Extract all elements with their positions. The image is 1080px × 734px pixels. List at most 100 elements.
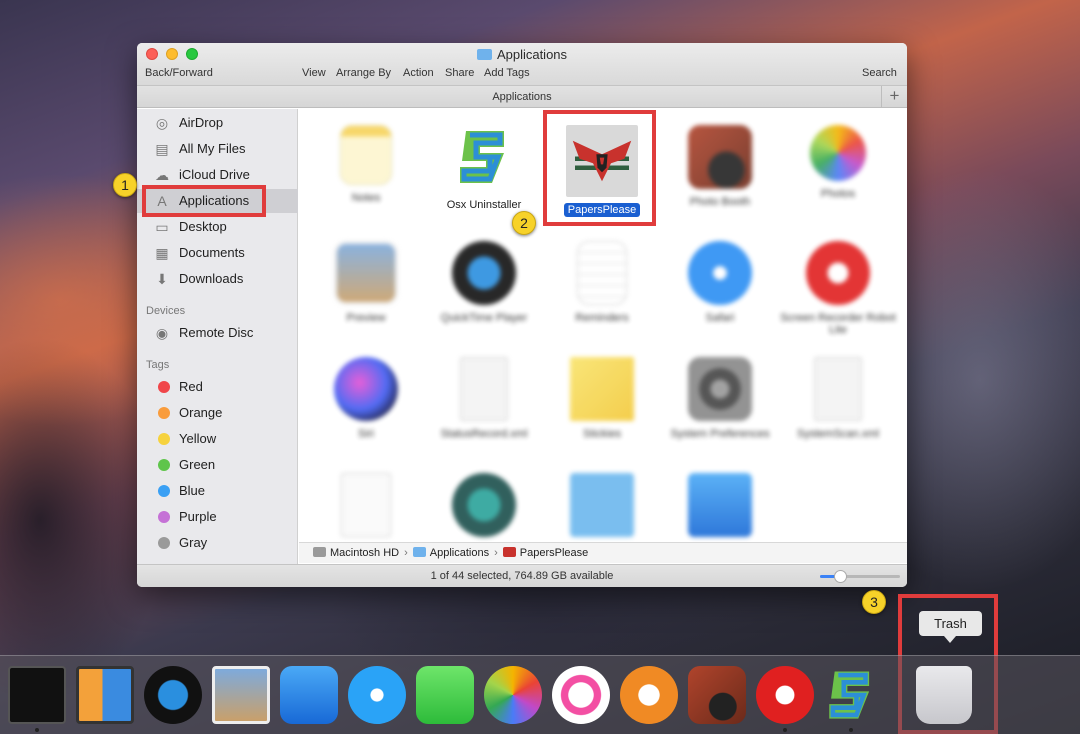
tag-dot-icon	[158, 407, 170, 419]
app-item-quicktime[interactable]: QuickTime Player	[425, 241, 543, 324]
app-item-systemscan[interactable]: SystemScan.xml	[779, 357, 897, 440]
arrange-by-button[interactable]: Arrange By	[336, 67, 391, 79]
icon-size-slider[interactable]	[820, 570, 900, 583]
trash-icon[interactable]	[916, 666, 972, 724]
quicktime-icon	[452, 241, 516, 305]
app-label: Notes	[351, 192, 381, 204]
app-label: Photo Booth	[689, 196, 751, 208]
add-tags-button[interactable]: Add Tags	[484, 67, 530, 79]
sidebar-tag-purple[interactable]: Purple	[137, 505, 298, 529]
reminders-icon	[577, 241, 627, 305]
app-item-screen-recorder[interactable]: Screen Recorder Robot Lite	[779, 241, 897, 336]
app-item-photo-booth[interactable]: Photo Booth	[661, 125, 779, 208]
time-machine-icon	[452, 473, 516, 537]
slider-knob[interactable]	[834, 570, 847, 583]
search-button[interactable]: Search	[862, 67, 897, 79]
path-item-macintosh-hd[interactable]: Macintosh HD	[330, 547, 399, 559]
highlight-papersplease	[543, 110, 656, 226]
papersplease-icon	[502, 547, 516, 557]
sidebar-tag-blue[interactable]: Blue	[137, 479, 298, 503]
app-item-siri[interactable]: Siri	[307, 357, 425, 440]
tag-dot-icon	[158, 511, 170, 523]
finder-window: Applications Back/Forward View Arrange B…	[137, 43, 907, 587]
preview-icon[interactable]	[212, 666, 270, 724]
sidebar-item-label: Desktop	[179, 219, 227, 234]
window-title: Applications	[137, 47, 907, 62]
app-item-stickies[interactable]: Stickies	[543, 357, 661, 440]
app-item-utilities[interactable]	[543, 473, 661, 542]
photos-icon[interactable]	[484, 666, 542, 724]
messages-icon[interactable]	[348, 666, 406, 724]
path-bar: Macintosh HD › Applications › PapersPlease	[299, 542, 907, 563]
view-button[interactable]: View	[302, 67, 326, 79]
sidebar-item-all-my-files[interactable]: ▤ All My Files	[137, 137, 298, 161]
facetime-icon[interactable]	[416, 666, 474, 724]
sidebar-tag-red[interactable]: Red	[137, 375, 298, 399]
xml-file-icon	[814, 357, 862, 421]
path-item-applications[interactable]: Applications	[430, 547, 489, 559]
osx-uninstaller-icon[interactable]	[822, 666, 880, 724]
path-item-papersplease[interactable]: PapersPlease	[520, 547, 589, 559]
folder-icon	[476, 49, 492, 60]
app-item-preview[interactable]: Preview	[307, 241, 425, 324]
app-label: Osx Uninstaller	[446, 199, 522, 211]
xcode-icon	[688, 473, 752, 537]
app-item-xcode[interactable]	[661, 473, 779, 542]
sidebar-item-documents[interactable]: ▦ Documents	[137, 241, 298, 265]
app-label: SystemScan.xml	[797, 428, 879, 440]
xcode-icon[interactable]	[280, 666, 338, 724]
path-separator: ›	[494, 547, 498, 559]
photo-booth-icon	[688, 125, 752, 189]
sidebar-tag-orange[interactable]: Orange	[137, 401, 298, 425]
app-item-system-preferences[interactable]: System Preferences	[661, 357, 779, 440]
sidebar-item-downloads[interactable]: ⬇ Downloads	[137, 267, 298, 291]
app-item-safari[interactable]: Safari	[661, 241, 779, 324]
app-label: Photos	[820, 188, 856, 200]
screen-recorder-icon[interactable]	[756, 666, 814, 724]
tag-label: Purple	[179, 509, 217, 524]
app-label: StatusRecord.xml	[440, 428, 528, 440]
all-files-icon: ▤	[155, 141, 169, 157]
back-forward-button[interactable]: Back/Forward	[145, 67, 213, 79]
activity-monitor-icon[interactable]	[8, 666, 66, 724]
itunes-icon[interactable]	[552, 666, 610, 724]
sidebar-tag-yellow[interactable]: Yellow	[137, 427, 298, 451]
sidebar-item-airdrop[interactable]: ◎ AirDrop	[137, 111, 298, 135]
quicktime-icon[interactable]	[144, 666, 202, 724]
sidebar-item-remote-disc[interactable]: ◉ Remote Disc	[137, 321, 298, 345]
screen-sharing-icon[interactable]	[76, 666, 134, 724]
app-item-statusrecord[interactable]: StatusRecord.xml	[425, 357, 543, 440]
title-bar: Applications Back/Forward View Arrange B…	[137, 43, 907, 86]
share-button[interactable]: Share	[445, 67, 474, 79]
tab-applications[interactable]: Applications	[492, 91, 551, 103]
tag-dot-icon	[158, 485, 170, 497]
screen-recorder-icon	[806, 241, 870, 305]
sidebar-item-label: Documents	[179, 245, 245, 260]
app-label: Safari	[705, 312, 735, 324]
ibooks-icon[interactable]	[620, 666, 678, 724]
app-item-osx-uninstaller[interactable]: Osx Uninstaller	[425, 125, 543, 211]
sidebar-item-label: AirDrop	[179, 115, 224, 130]
documents-icon: ▦	[155, 245, 169, 261]
sidebar-item-icloud-drive[interactable]: ☁ iCloud Drive	[137, 163, 298, 187]
cloud-icon: ☁	[155, 167, 169, 183]
app-item-time-machine[interactable]	[425, 473, 543, 542]
sidebar-tag-green[interactable]: Green	[137, 453, 298, 477]
action-button[interactable]: Action	[403, 67, 434, 79]
running-indicator	[849, 728, 853, 732]
app-item-reminders[interactable]: Reminders	[543, 241, 661, 324]
app-item-photos[interactable]: Photos	[779, 125, 897, 200]
new-tab-button[interactable]: +	[881, 86, 907, 108]
sidebar-tag-gray[interactable]: Gray	[137, 531, 298, 555]
osx-uninstaller-icon	[460, 131, 504, 183]
sidebar-item-desktop[interactable]: ▭ Desktop	[137, 215, 298, 239]
app-label: Screen Recorder Robot Lite	[780, 312, 896, 336]
app-item-textedit[interactable]	[307, 473, 425, 542]
sidebar-item-label: All My Files	[179, 141, 246, 156]
trash-tooltip: Trash	[919, 611, 982, 643]
app-item-notes[interactable]: Notes	[307, 125, 425, 204]
app-label: QuickTime Player	[440, 312, 528, 324]
system-preferences-icon	[688, 357, 752, 421]
photo-booth-icon[interactable]	[688, 666, 746, 724]
textedit-icon	[341, 473, 391, 537]
